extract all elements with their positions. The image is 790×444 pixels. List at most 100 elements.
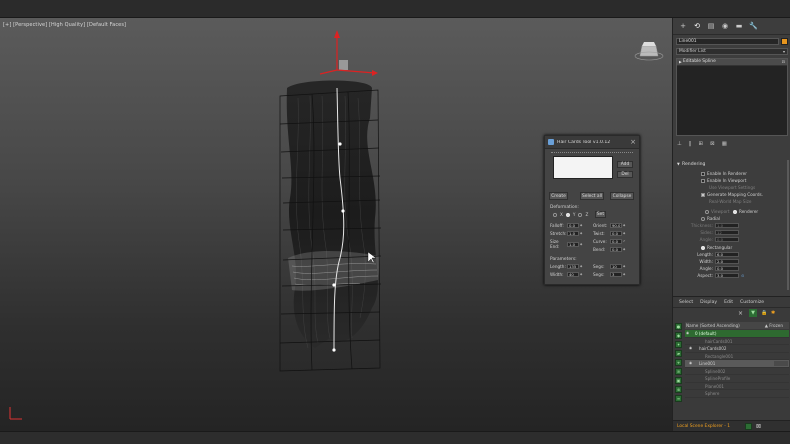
space-warp-filter-icon[interactable]: ≋: [675, 368, 682, 375]
thickness-spinner[interactable]: 1.0: [715, 223, 739, 228]
menu-edit[interactable]: Edit: [724, 300, 733, 305]
card-list-box[interactable]: [553, 156, 613, 179]
shape-filter-icon[interactable]: ◆: [675, 332, 682, 339]
utilities-tab-icon[interactable]: 🔧: [749, 22, 758, 30]
stretch-spinner[interactable]: 1.0: [567, 231, 579, 236]
create-tab-icon[interactable]: +: [679, 22, 687, 30]
del-button[interactable]: Del: [617, 171, 633, 178]
lock-icon[interactable]: 🔒: [761, 310, 767, 316]
radio-circle[interactable]: [701, 216, 705, 221]
geometry-filter-icon[interactable]: ●: [675, 323, 682, 330]
close-filter-icon[interactable]: ×: [738, 310, 743, 317]
filter-icon[interactable]: ▼: [749, 309, 757, 317]
frozen-column-header[interactable]: ▲ Frozen: [765, 322, 783, 329]
expand-triangle-icon[interactable]: ▶: [679, 59, 682, 65]
lock-aspect-icon[interactable]: ⊙: [741, 273, 744, 278]
length-segs-spinner[interactable]: 10: [610, 264, 622, 269]
checkbox-box[interactable]: [701, 178, 705, 183]
tree-row-haircards001[interactable]: hairCards001: [685, 338, 789, 345]
renderer-radio[interactable]: Renderer: [733, 209, 758, 214]
collapse-button[interactable]: Collapse: [610, 192, 634, 200]
add-button[interactable]: Add: [617, 161, 633, 168]
options-icon[interactable]: ✱: [771, 310, 775, 316]
radio-circle[interactable]: [733, 209, 737, 214]
radio-x[interactable]: [553, 212, 557, 217]
select-all-button[interactable]: Select all: [580, 192, 604, 200]
length-spinner[interactable]: 6.0: [715, 252, 739, 257]
enable-in-renderer-checkbox[interactable]: Enable In Renderer: [701, 171, 747, 176]
configure-sets-icon[interactable]: ▦: [722, 141, 727, 147]
eye-icon[interactable]: ◉: [689, 360, 692, 367]
bend-spinner[interactable]: 0.0: [610, 247, 622, 252]
curve-edit-icon[interactable]: ✐: [623, 239, 626, 244]
motion-tab-icon[interactable]: ◉: [721, 22, 729, 30]
explorer-column-header[interactable]: Name (Sorted Ascending) ▲ Frozen: [685, 322, 789, 329]
explorer-name-dropdown[interactable]: Local Scene Explorer - 1: [677, 424, 730, 429]
bone-filter-icon[interactable]: ⊗: [675, 386, 682, 393]
object-color-swatch[interactable]: [781, 38, 788, 45]
group-filter-icon[interactable]: ▣: [675, 377, 682, 384]
radio-y[interactable]: [565, 212, 570, 217]
radio-circle[interactable]: [701, 245, 705, 250]
enable-in-viewport-checkbox[interactable]: Enable In Viewport: [701, 178, 746, 183]
spinner-arrows-icon[interactable]: ◆: [580, 242, 583, 247]
camera-filter-icon[interactable]: ▰: [675, 350, 682, 357]
set-button[interactable]: Set: [595, 211, 606, 218]
curve-spinner[interactable]: 0.0: [610, 239, 622, 244]
make-unique-icon[interactable]: ⊞: [699, 141, 704, 147]
sides-spinner[interactable]: 12: [715, 230, 739, 235]
pin-icon[interactable]: ⊡: [782, 59, 785, 65]
spinner-arrows-icon[interactable]: ◆: [623, 272, 626, 277]
dialog-titlebar[interactable]: Hair Cards Tool v1.0.12 ×: [545, 136, 639, 149]
name-column-header[interactable]: Name (Sorted Ascending): [686, 323, 740, 328]
modifier-stack[interactable]: ▶ Editable Spline ⊡: [676, 58, 788, 136]
use-viewport-settings-checkbox[interactable]: Use Viewport Settings: [709, 185, 755, 190]
viewport-radio[interactable]: Viewport: [705, 209, 730, 214]
move-gizmo[interactable]: [319, 30, 378, 76]
spinner-arrows-icon[interactable]: ◆: [623, 231, 626, 236]
width-segs-spinner[interactable]: 3: [610, 272, 622, 277]
hierarchy-tab-icon[interactable]: ▤: [707, 22, 715, 30]
generate-mapping-coords-checkbox[interactable]: Generate Mapping Coords.: [701, 192, 763, 197]
angle-spinner[interactable]: 0.0: [715, 237, 739, 242]
tree-row-default-layer[interactable]: ◉ 0 (default): [685, 330, 789, 338]
menu-display[interactable]: Display: [700, 300, 717, 305]
width-spinner[interactable]: 2.0: [715, 259, 739, 264]
tree-row-haircards002[interactable]: ◉ hairCards002: [685, 345, 789, 353]
hair-cards-dialog[interactable]: Hair Cards Tool v1.0.12 × Add Del Create…: [544, 135, 640, 285]
radial-radio[interactable]: Radial: [701, 216, 720, 221]
falloff-spinner[interactable]: 0.0: [567, 223, 579, 228]
eye-icon[interactable]: ◉: [689, 345, 692, 352]
orient-spinner[interactable]: 90.0: [610, 223, 622, 228]
spinner-arrows-icon[interactable]: ◆: [623, 247, 626, 252]
all-filter-icon[interactable]: ≡: [675, 395, 682, 402]
aspect-spinner[interactable]: 3.0: [715, 273, 739, 278]
create-button[interactable]: Create: [549, 192, 568, 200]
close-icon[interactable]: ×: [630, 138, 636, 146]
tree-row-line001[interactable]: ◉ Line001: [685, 360, 789, 368]
twist-spinner[interactable]: 0.0: [610, 231, 622, 236]
object-name-field[interactable]: Line001: [676, 38, 779, 45]
radio-z[interactable]: [578, 212, 583, 217]
spinner-arrows-icon[interactable]: ◆: [623, 264, 626, 269]
spinner-arrows-icon[interactable]: ◆: [580, 264, 583, 269]
explorer-footer[interactable]: Local Scene Explorer - 1 ⊠: [673, 420, 790, 431]
size-end-spinner[interactable]: 1.0: [567, 241, 579, 247]
viewcube-icon[interactable]: [634, 38, 664, 64]
modifier-list-dropdown[interactable]: Modifier List ▾: [676, 48, 788, 55]
stack-item-editable-spline[interactable]: ▶ Editable Spline ⊡: [677, 59, 787, 66]
angle-spinner[interactable]: 0.0: [715, 266, 739, 271]
tree-row-sphere[interactable]: Sphere: [685, 390, 789, 398]
spinner-arrows-icon[interactable]: ◆: [623, 223, 626, 228]
show-end-result-icon[interactable]: ‖: [689, 141, 692, 147]
radio-circle[interactable]: [705, 209, 709, 214]
pin-stack-icon[interactable]: ⊥: [677, 141, 682, 147]
remove-modifier-icon[interactable]: ⊠: [710, 141, 715, 147]
perspective-viewport[interactable]: [+] [Perspective] [High Quality] [Defaul…: [0, 18, 672, 431]
display-tab-icon[interactable]: ▬: [735, 22, 743, 30]
spinner-arrows-icon[interactable]: ◆: [580, 231, 583, 236]
checkbox-box[interactable]: [701, 192, 705, 197]
spinner-arrows-icon[interactable]: ◆: [580, 223, 583, 228]
eye-icon[interactable]: ◉: [686, 330, 689, 337]
real-world-map-size-checkbox[interactable]: Real-World Map Size: [709, 199, 751, 204]
